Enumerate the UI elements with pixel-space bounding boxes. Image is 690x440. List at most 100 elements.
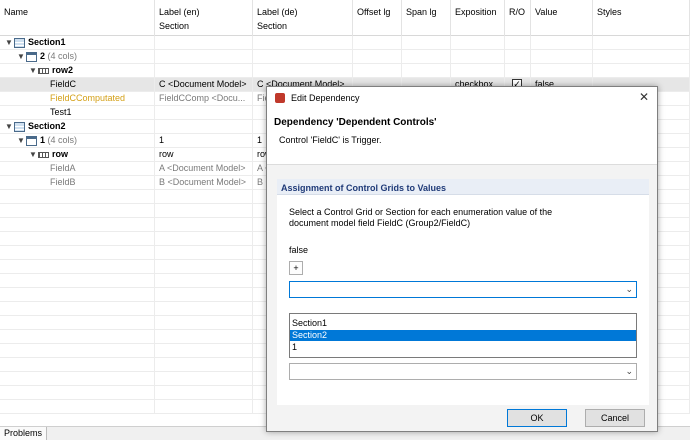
cell-label_en: row <box>155 148 253 162</box>
cell-label_en <box>155 316 253 330</box>
cell-ro <box>505 64 531 78</box>
section-icon <box>14 37 25 48</box>
enum-value-label: false <box>289 245 309 255</box>
column-header-span[interactable]: Span lg <box>402 0 451 36</box>
cell-label_en <box>155 274 253 288</box>
column-header-sublabel <box>535 21 588 33</box>
column-header-exposition[interactable]: Exposition <box>451 0 505 36</box>
column-header-sublabel: Section <box>257 21 288 31</box>
expand-toggle-icon[interactable]: ▼ <box>28 148 38 161</box>
node-name: FieldC <box>50 79 77 89</box>
column-header-label_en[interactable]: Label (en) Section <box>155 0 253 36</box>
cell-offset <box>353 36 402 50</box>
dropdown-option[interactable]: Section2 <box>290 330 636 341</box>
column-header-offset[interactable]: Offset lg <box>353 0 402 36</box>
label-de: 1 <box>257 135 263 145</box>
column-header-label: Name <box>4 7 29 17</box>
close-icon[interactable]: ✕ <box>639 90 649 104</box>
ok-button[interactable]: OK <box>507 409 567 427</box>
cell-label_en <box>155 232 253 246</box>
cell-label_en <box>155 302 253 316</box>
cell-name <box>0 218 155 232</box>
column-header-sublabel <box>597 21 685 33</box>
table-row[interactable]: ▼ 2 (4 cols) <box>0 50 690 64</box>
cell-label_en <box>155 218 253 232</box>
label-en: FieldCComp <Docu... <box>159 93 246 103</box>
cell-name: Test1 <box>0 106 155 120</box>
cell-name: FieldA <box>0 162 155 176</box>
column-header-label_de[interactable]: Label (de) Section <box>253 0 353 36</box>
expand-toggle-icon[interactable]: ▼ <box>4 36 14 49</box>
table-row[interactable]: ▼ Section1 <box>0 36 690 50</box>
chevron-down-icon[interactable]: ⌄ <box>625 284 633 295</box>
dialog-title: Edit Dependency <box>291 93 360 103</box>
node-name: FieldA <box>50 163 76 173</box>
label-en: A <Document Model> <box>159 163 246 173</box>
column-header-styles[interactable]: Styles <box>593 0 690 36</box>
cell-label_en <box>155 358 253 372</box>
cancel-button[interactable]: Cancel <box>585 409 645 427</box>
cell-label_en <box>155 106 253 120</box>
cell-name <box>0 246 155 260</box>
column-header-sublabel <box>406 21 446 33</box>
cell-name <box>0 344 155 358</box>
cell-name <box>0 260 155 274</box>
cell-exposition <box>451 50 505 64</box>
cell-label_en <box>155 386 253 400</box>
dialog-subtitle: Control 'FieldC' is Trigger. <box>279 135 382 145</box>
dropdown-option[interactable]: 1 <box>290 342 636 353</box>
cell-name <box>0 330 155 344</box>
grid-select-combo-2[interactable]: ⌄ <box>289 363 637 380</box>
node-name: row <box>52 149 69 159</box>
cell-name: ▼ 1 (4 cols) <box>0 134 155 148</box>
cell-label_de <box>253 64 353 78</box>
dialog-header: Dependency 'Dependent Controls' Control … <box>267 109 657 165</box>
dropdown-option[interactable]: Section1 <box>290 318 636 329</box>
column-header-name[interactable]: Name <box>0 0 155 36</box>
cell-name: FieldB <box>0 176 155 190</box>
cell-name: FieldC <box>0 78 155 92</box>
cell-name <box>0 372 155 386</box>
node-name: FieldB <box>50 177 76 187</box>
cell-styles <box>593 36 690 50</box>
cell-name <box>0 274 155 288</box>
row-icon <box>38 67 49 74</box>
cell-name: ▼ row <box>0 148 155 162</box>
combo-dropdown-list: Section1 Section2 1 <box>289 313 637 358</box>
cell-label_en <box>155 288 253 302</box>
cell-ro <box>505 36 531 50</box>
expand-toggle-icon[interactable]: ▼ <box>16 134 26 147</box>
group-description: Select a Control Grid or Section for eac… <box>289 207 553 228</box>
cell-label_en <box>155 246 253 260</box>
column-header-sublabel <box>357 21 397 33</box>
node-name: Test1 <box>50 107 72 117</box>
grid-select-combo[interactable]: ⌄ <box>289 281 637 298</box>
chevron-down-icon[interactable]: ⌄ <box>625 366 633 377</box>
table-row[interactable]: ▼ row2 <box>0 64 690 78</box>
tab-problems[interactable]: Problems <box>0 427 48 440</box>
cell-label_en <box>155 344 253 358</box>
column-header-label: Offset lg <box>357 7 391 17</box>
expand-toggle-icon[interactable]: ▼ <box>4 120 14 133</box>
expand-toggle-icon[interactable]: ▼ <box>28 64 38 77</box>
edit-dependency-dialog: Edit Dependency ✕ Dependency 'Dependent … <box>266 86 658 432</box>
column-header-label: Label (en) <box>159 7 200 17</box>
cell-name: ▼ Section1 <box>0 36 155 50</box>
cell-ro <box>505 50 531 64</box>
app-logo-icon <box>275 93 285 103</box>
column-header-value[interactable]: Value <box>531 0 593 36</box>
column-header-label: Label (de) <box>257 7 298 17</box>
cell-name: ▼ row2 <box>0 64 155 78</box>
cell-span <box>402 36 451 50</box>
cell-label_de <box>253 36 353 50</box>
cell-label_en <box>155 330 253 344</box>
cell-label_en: 1 <box>155 134 253 148</box>
group-title: Assignment of Control Grids to Values <box>277 179 649 195</box>
cell-name <box>0 232 155 246</box>
cell-value <box>531 64 593 78</box>
node-cols-count: (4 cols) <box>45 51 78 61</box>
column-header-ro[interactable]: R/O <box>505 0 531 36</box>
cell-label_en <box>155 120 253 134</box>
add-button[interactable]: + <box>289 261 303 275</box>
expand-toggle-icon[interactable]: ▼ <box>16 50 26 63</box>
